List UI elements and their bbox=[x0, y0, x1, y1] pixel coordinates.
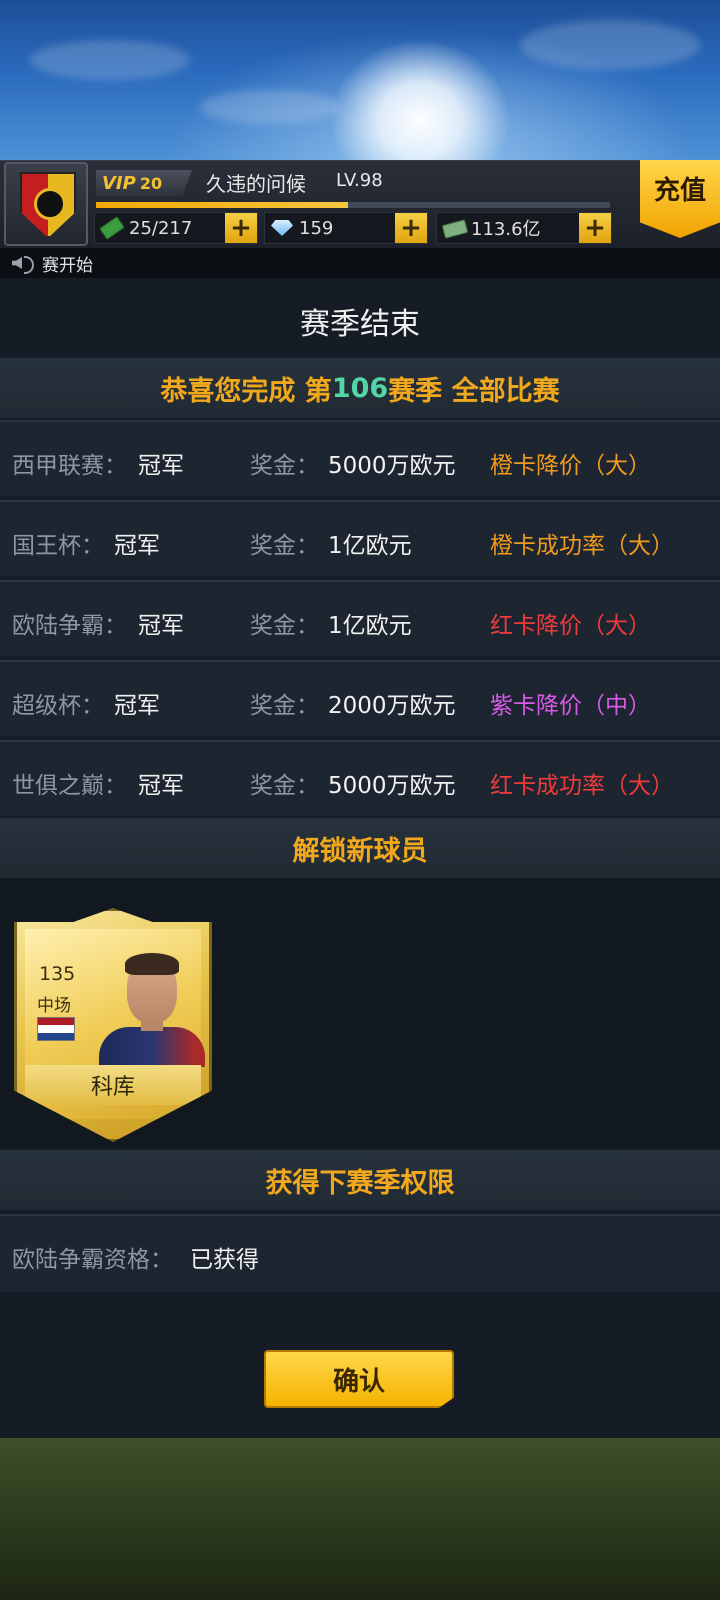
reward-text: 紫卡降价（中） bbox=[490, 693, 651, 719]
vip-tag: VIP bbox=[102, 172, 136, 194]
panel-title: 赛季结束 bbox=[300, 307, 420, 342]
prize-amount: 5000万欧元 bbox=[328, 773, 456, 799]
competition-result: 冠军 bbox=[138, 613, 184, 639]
stamina-value: 25/217 bbox=[129, 217, 193, 239]
reward-text: 橙卡降价（大） bbox=[490, 453, 651, 479]
pitch-background bbox=[0, 1438, 720, 1600]
competition-result: 冠军 bbox=[138, 773, 184, 799]
reward-text: 红卡降价（大） bbox=[490, 613, 651, 639]
stamina-counter: 25/217 + bbox=[94, 212, 258, 244]
competition-name: 西甲联赛： bbox=[12, 453, 127, 479]
congrats-prefix: 恭喜您完成 第 bbox=[160, 375, 332, 407]
add-money-button[interactable]: + bbox=[579, 213, 611, 243]
season-end-panel: 赛季结束 恭喜您完成 第 106 赛季 全部比赛 西甲联赛： 冠军 奖金： 5000… bbox=[0, 278, 720, 1438]
competition-result: 冠军 bbox=[114, 533, 160, 559]
prize-amount: 1亿欧元 bbox=[328, 533, 412, 559]
result-row: 西甲联赛： 冠军 奖金： 5000万欧元 橙卡降价（大） bbox=[0, 420, 720, 496]
competition-name: 超级杯： bbox=[12, 693, 104, 719]
diamond-counter: 159 + bbox=[264, 212, 428, 244]
congrats-suffix: 赛季 全部比赛 bbox=[388, 375, 560, 407]
competition-name: 欧陆争霸： bbox=[12, 613, 127, 639]
prize-label: 奖金： bbox=[250, 773, 319, 799]
stamina-icon bbox=[98, 215, 126, 241]
reward-text: 红卡成功率（大） bbox=[490, 773, 674, 799]
competition-name: 国王杯： bbox=[12, 533, 104, 559]
recharge-button[interactable]: 充值 bbox=[640, 160, 720, 238]
cloud bbox=[200, 90, 340, 124]
prize-amount: 2000万欧元 bbox=[328, 693, 456, 719]
player-card[interactable]: 135 中场 科库 bbox=[14, 908, 212, 1142]
notice-text: 赛开始 bbox=[42, 255, 93, 276]
result-row: 国王杯： 冠军 奖金： 1亿欧元 橙卡成功率（大） bbox=[0, 500, 720, 576]
prize-amount: 5000万欧元 bbox=[328, 453, 456, 479]
player-level: LV.98 bbox=[336, 170, 383, 191]
unlocked-players-area: 135 中场 科库 bbox=[0, 878, 720, 1148]
speaker-icon bbox=[10, 253, 36, 274]
xp-progress-fill bbox=[96, 202, 348, 208]
player-rating: 135 bbox=[39, 963, 76, 985]
money-icon bbox=[441, 216, 469, 240]
xp-progress-bar bbox=[96, 202, 610, 208]
club-badge[interactable] bbox=[4, 162, 88, 246]
diamond-value: 159 bbox=[299, 217, 334, 239]
unlock-section-title: 解锁新球员 bbox=[0, 818, 720, 878]
player-name: 久违的问候 bbox=[206, 172, 306, 196]
congrats-banner: 恭喜您完成 第 106 赛季 全部比赛 bbox=[0, 358, 720, 418]
reward-text: 橙卡成功率（大） bbox=[490, 533, 674, 559]
recharge-label: 充值 bbox=[653, 176, 706, 206]
prize-label: 奖金： bbox=[250, 533, 319, 559]
player-portrait bbox=[95, 951, 205, 1067]
club-shield-icon bbox=[20, 172, 76, 238]
sky-background bbox=[0, 0, 720, 162]
vip-level: 20 bbox=[139, 173, 163, 193]
competition-name: 世俱之巅： bbox=[12, 773, 127, 799]
add-diamond-button[interactable]: + bbox=[395, 213, 427, 243]
notice-bar: 赛开始 bbox=[0, 248, 720, 278]
qualification-value: 已获得 bbox=[190, 1247, 259, 1273]
competition-result: 冠军 bbox=[138, 453, 184, 479]
qualification-row: 欧陆争霸资格： 已获得 bbox=[0, 1214, 720, 1292]
result-row: 欧陆争霸： 冠军 奖金： 1亿欧元 红卡降价（大） bbox=[0, 580, 720, 656]
diamond-icon bbox=[269, 216, 295, 240]
result-row: 超级杯： 冠军 奖金： 2000万欧元 紫卡降价（中） bbox=[0, 660, 720, 736]
add-stamina-button[interactable]: + bbox=[225, 213, 257, 243]
qualification-label: 欧陆争霸资格： bbox=[12, 1247, 173, 1273]
netherlands-flag-icon bbox=[37, 1017, 75, 1041]
prize-label: 奖金： bbox=[250, 693, 319, 719]
money-counter: 113.6亿 + bbox=[436, 212, 612, 244]
confirm-button[interactable]: 确认 bbox=[264, 1350, 454, 1408]
prize-label: 奖金： bbox=[250, 453, 319, 479]
prize-label: 奖金： bbox=[250, 613, 319, 639]
prize-amount: 1亿欧元 bbox=[328, 613, 412, 639]
competition-result: 冠军 bbox=[114, 693, 160, 719]
cloud bbox=[30, 40, 190, 80]
vip-badge[interactable]: VIP 20 bbox=[96, 170, 192, 196]
next-season-section-title: 获得下赛季权限 bbox=[0, 1150, 720, 1210]
result-row: 世俱之巅： 冠军 奖金： 5000万欧元 红卡成功率（大） bbox=[0, 740, 720, 816]
money-value: 113.6亿 bbox=[471, 219, 541, 240]
season-number: 106 bbox=[331, 372, 389, 404]
player-card-name: 科库 bbox=[25, 1065, 201, 1105]
player-position: 中场 bbox=[37, 996, 71, 1016]
cloud bbox=[520, 20, 700, 70]
